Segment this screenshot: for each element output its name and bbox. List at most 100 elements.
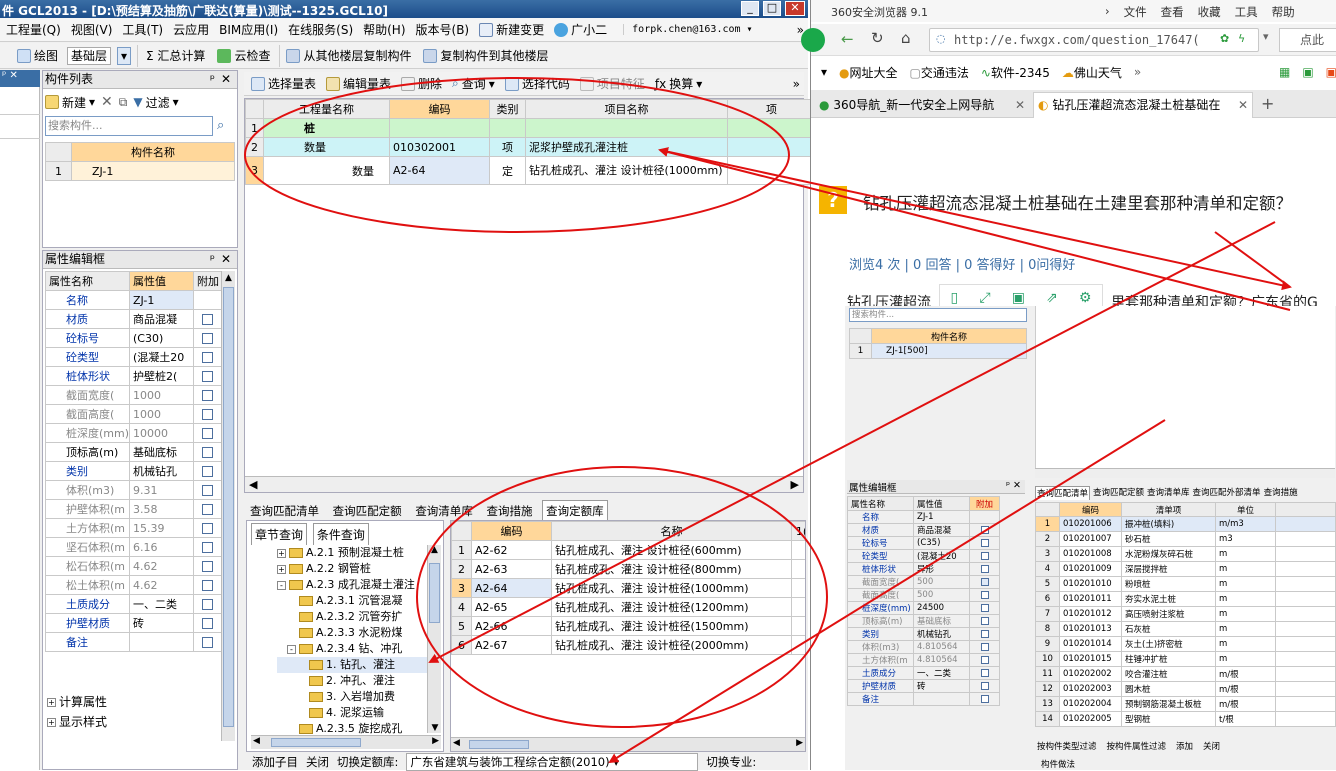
delete-button[interactable]: 删除: [398, 73, 445, 95]
checkbox[interactable]: [202, 637, 213, 648]
close-icon[interactable]: ✕: [221, 251, 231, 268]
close-button[interactable]: ✕: [785, 1, 805, 16]
quantity-row[interactable]: 1桩: [245, 118, 816, 138]
property-value[interactable]: 6.16: [129, 537, 194, 557]
property-row[interactable]: 护壁体积(m 3.58: [45, 499, 222, 519]
save-icon[interactable]: ▣: [1012, 290, 1025, 306]
tab-measures[interactable]: 查询措施: [482, 500, 536, 521]
property-value[interactable]: 1000: [129, 385, 194, 405]
close-quota-button[interactable]: 关闭: [306, 754, 329, 770]
menu-tools[interactable]: 工具: [1235, 4, 1258, 20]
toolbar-overflow-icon[interactable]: »: [793, 77, 800, 91]
menu-quantity[interactable]: 工程量(Q): [6, 21, 61, 38]
share-icon[interactable]: ⇗: [1046, 290, 1058, 306]
tree-node[interactable]: - A.2.3 成孔混凝土灌注: [277, 577, 427, 593]
checkbox[interactable]: [202, 333, 213, 344]
menu-cloud[interactable]: 云应用: [173, 21, 209, 38]
checkbox[interactable]: [202, 409, 213, 420]
delete-icon[interactable]: ✕: [101, 94, 113, 110]
copy-from-floor-button[interactable]: 从其他楼层复制构件: [279, 44, 414, 67]
property-value[interactable]: 4.62: [129, 556, 194, 576]
property-value[interactable]: 15.39: [129, 518, 194, 538]
menu-help[interactable]: 帮助: [1272, 4, 1295, 20]
property-value[interactable]: 砖: [129, 613, 194, 633]
property-row[interactable]: 材质 商品混凝: [45, 309, 222, 329]
quota-row[interactable]: 4 A2-65 钻孔桩成孔、灌注 设计桩径(1200mm): [451, 597, 805, 617]
property-value[interactable]: 10000: [129, 423, 194, 443]
menu-back-arrow[interactable]: ›: [1105, 4, 1110, 20]
tree-node[interactable]: A.2.3.5 旋挖成孔: [277, 721, 427, 735]
new-tab-button[interactable]: +: [1261, 94, 1274, 113]
bookmark-sites[interactable]: ●网址大全: [839, 64, 898, 81]
menu-help[interactable]: 帮助(H): [363, 21, 405, 38]
menu-version[interactable]: 版本号(B): [416, 21, 470, 38]
assistant-button[interactable]: 广小二: [554, 19, 607, 41]
property-row[interactable]: 名称 ZJ-1: [45, 290, 222, 310]
menu-file[interactable]: 文件: [1124, 4, 1147, 20]
property-row[interactable]: 砼类型 (混凝土20: [45, 347, 222, 367]
menu-view[interactable]: 查看: [1161, 4, 1184, 20]
quota-row[interactable]: 2 A2-63 钻孔桩成孔、灌注 设计桩径(800mm): [451, 559, 805, 579]
checkbox[interactable]: [202, 599, 213, 610]
property-row[interactable]: 土质成分 一、二类: [45, 594, 222, 614]
quota-row[interactable]: 1 A2-62 钻孔桩成孔、灌注 设计桩径(600mm): [451, 540, 805, 560]
collapse-icon[interactable]: -: [277, 580, 286, 590]
checkbox[interactable]: [202, 447, 213, 458]
quota-hscroll[interactable]: ◀ ▶: [451, 737, 805, 751]
tab-list-library[interactable]: 查询清单库: [411, 500, 477, 521]
quantity-row[interactable]: 2 数量 010302001 项泥浆护壁成孔灌注桩: [245, 137, 816, 157]
property-value[interactable]: 4.62: [129, 575, 194, 595]
expand-icon[interactable]: +: [277, 548, 286, 558]
tree-node[interactable]: - A.2.3.4 钻、冲孔: [277, 641, 427, 657]
tab-quota-library[interactable]: 查询定额库: [542, 500, 608, 521]
expand-icon[interactable]: +: [277, 564, 286, 574]
refresh-button[interactable]: ↻: [871, 29, 884, 47]
property-value[interactable]: 基础底标: [129, 442, 194, 462]
property-row[interactable]: 坚石体积(m 6.16: [45, 537, 222, 557]
copy-to-floor-button[interactable]: 复制构件到其他楼层: [420, 45, 551, 67]
checkbox[interactable]: [202, 352, 213, 363]
tree-vscroll[interactable]: ▲ ▼: [427, 545, 441, 733]
tab-condition-query[interactable]: 条件查询: [312, 523, 369, 545]
add-subitem-button[interactable]: 添加子目: [252, 754, 298, 770]
bookmark-weather[interactable]: ☁佛山天气: [1062, 64, 1122, 81]
property-value[interactable]: (混凝土20: [129, 347, 194, 367]
property-row[interactable]: 截面高度(1000: [45, 404, 222, 424]
quantity-hscroll[interactable]: ◀ ▶: [245, 476, 803, 492]
menu-favorites[interactable]: 收藏: [1198, 4, 1221, 20]
pin-icon[interactable]: ᵖ: [210, 71, 215, 88]
tree-node[interactable]: + A.2.2 钢管桩: [277, 561, 427, 577]
checkbox[interactable]: [202, 314, 213, 325]
address-bar[interactable]: ◌ http://e.fwxgx.com/question_17647( ✿ ϟ: [929, 28, 1259, 52]
select-table-button[interactable]: 选择量表: [248, 73, 319, 95]
copy-icon[interactable]: ⧉: [119, 95, 128, 110]
quota-row[interactable]: 6 A2-67 钻孔桩成孔、灌注 设计桩径(2000mm): [451, 635, 805, 655]
checkbox[interactable]: [202, 542, 213, 553]
property-value[interactable]: (C30): [129, 328, 194, 348]
property-row[interactable]: 砼标号 (C30): [45, 328, 222, 348]
checkbox[interactable]: [202, 561, 213, 572]
account-dropdown[interactable]: forpk.chen@163.com ▾: [623, 24, 753, 35]
property-row[interactable]: 土方体积(m 15.39: [45, 518, 222, 538]
address-dropdown-icon[interactable]: ▾: [1263, 30, 1269, 43]
new-component-button[interactable]: 新建 ▾: [45, 91, 95, 113]
property-row[interactable]: 松石体积(m 4.62: [45, 556, 222, 576]
component-search-input[interactable]: 搜索构件...: [45, 116, 213, 136]
property-row[interactable]: 护壁材质砖: [45, 613, 222, 633]
property-value[interactable]: 一、二类: [129, 594, 194, 614]
expand-icon[interactable]: ⤢: [979, 290, 990, 306]
tab-match-quota[interactable]: 查询匹配定额: [329, 500, 406, 521]
menu-online[interactable]: 在线服务(S): [288, 21, 353, 38]
layer-dropdown-button[interactable]: ▾: [117, 46, 132, 65]
edit-table-button[interactable]: 编辑量表: [323, 73, 394, 95]
maximize-button[interactable]: □: [763, 1, 781, 16]
collapse-icon[interactable]: -: [287, 644, 296, 654]
convert-button[interactable]: ƒx 换算 ▾: [652, 73, 705, 95]
query-button[interactable]: ⌕ 查询 ▾: [449, 73, 498, 95]
close-icon[interactable]: ✕: [221, 71, 231, 88]
property-value[interactable]: 机械钻孔: [129, 461, 194, 481]
capture-icon[interactable]: ▯: [951, 290, 959, 306]
tab-chapter-query[interactable]: 章节查询: [251, 523, 308, 545]
library-select[interactable]: 广东省建筑与装饰工程综合定额(2010) ▾: [406, 753, 699, 771]
property-value[interactable]: 商品混凝: [129, 309, 194, 329]
